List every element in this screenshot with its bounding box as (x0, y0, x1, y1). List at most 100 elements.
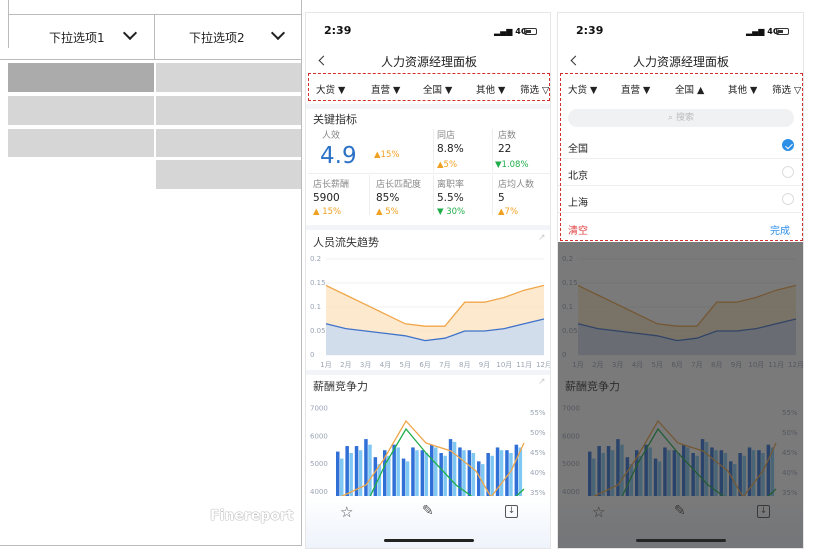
status-time: 2:39 (576, 24, 604, 37)
highlight-box (308, 73, 550, 101)
y2-tick-label: 50% (530, 429, 546, 437)
kpi-change: ▼ 30% (437, 207, 466, 217)
placeholder-block (156, 160, 301, 189)
kpi-label: 店均人数 (498, 180, 535, 190)
bar (495, 447, 500, 503)
x-tick-label: 2月 (340, 361, 351, 369)
watermark: Finereport (210, 508, 294, 524)
chart-title: 薪酬竞争力 (313, 380, 368, 393)
x-tick-label: 1月 (320, 361, 331, 369)
x-tick-label: 6月 (419, 361, 430, 369)
kpi-value: 8.8% (437, 143, 464, 155)
phone-dashboard: 2:39 ▂▄▆ 4G 人力资源经理面板 大货 ▼ 直营 ▼ 全国 ▼ 其他 ▼… (305, 12, 551, 549)
y-tick-label: 5000 (310, 460, 328, 468)
chevron-down-icon (122, 25, 138, 41)
divider (306, 104, 550, 109)
page-title: 人力资源经理面板 (632, 55, 729, 69)
y-tick-label: 0 (310, 351, 314, 359)
placeholder-block (156, 63, 301, 92)
placeholder-block (156, 129, 301, 157)
kpi-change: ▲ 5% (376, 207, 399, 217)
x-tick-label: 5月 (400, 361, 411, 369)
y-tick-label: 6000 (310, 432, 328, 440)
kpi-change: ▲5% (437, 160, 458, 170)
dim-overlay[interactable] (558, 242, 803, 548)
battery-icon (776, 28, 789, 35)
bar (396, 447, 400, 503)
turnover-chart: 0 0.05 0.1 0.15 0.2 1月 2月 3月 4月 5月 6月 7月 8月 9月 10月 11月 1… (310, 255, 551, 369)
page-title: 人力资源经理面板 (380, 55, 477, 69)
x-tick-label: 3月 (360, 361, 371, 369)
placeholder-block (8, 63, 154, 92)
kpi-change: ▼1.08% (495, 160, 529, 170)
salary-chart: 400050006000700035%40%45%50%55% (310, 405, 546, 505)
signal-indicator: ▂▄▆ 4G (494, 27, 528, 36)
kpi-grid: 人效 4.9 ▲15% 同店 8.8% ▲5% 店数 22 ▼1.08% 店长薪… (306, 127, 550, 222)
kpi-label: 店长薪酬 (313, 180, 350, 190)
dropdown-1[interactable]: 下拉选项1 (49, 29, 105, 46)
x-tick-label: 8月 (459, 361, 470, 369)
kpi-change: ▲ 15% (313, 207, 342, 217)
x-tick-label: 10月 (496, 361, 512, 369)
screenshot-root: 下拉选项1 下拉选项2 Finereport 2:39 ▂▄▆ 4G 人力资源经… (0, 0, 820, 557)
kpi-value: 85% (376, 192, 400, 204)
home-indicator (384, 539, 474, 542)
x-tick-label: 9月 (479, 361, 490, 369)
battery-icon (524, 28, 537, 35)
highlight-box (560, 73, 803, 241)
phone-filter-open: 2:39 ▂▄▆ 4G 人力资源经理面板 大货 ▼ 直营 ▼ 全国 ▲ 其他 ▼… (557, 12, 804, 549)
kpi-value: 5900 (313, 192, 340, 204)
kpi-label: 离职率 (437, 180, 465, 190)
divider (306, 225, 550, 230)
placeholder-block (156, 96, 301, 125)
bar (434, 447, 438, 503)
x-tick-label: 4月 (380, 361, 391, 369)
kpi-label: 店长匹配度 (376, 180, 422, 190)
kpi-value: 5 (498, 192, 505, 204)
bar (430, 444, 434, 503)
bar (448, 439, 453, 503)
y-tick-label: 0.05 (310, 327, 326, 335)
y-tick-label: 4000 (310, 488, 328, 496)
expand-icon[interactable]: ↗ (538, 377, 546, 387)
signal-indicator: ▂▄▆ 4G (746, 27, 780, 36)
x-tick-label: 12月 (536, 361, 551, 369)
wireframe: 下拉选项1 下拉选项2 Finereport (0, 0, 302, 557)
kpi-value: 22 (498, 143, 512, 155)
download-icon[interactable]: ↓ (505, 505, 518, 518)
divider (306, 370, 550, 375)
y-tick-label: 0.15 (310, 279, 326, 287)
bottom-toolbar: ☆ ✎ ↓ (306, 496, 550, 548)
y-tick-label: 0.1 (310, 303, 321, 311)
kpi-value-efficiency: 4.9 (320, 143, 357, 169)
bar (458, 447, 462, 503)
x-tick-label: 7月 (439, 361, 450, 369)
bar (411, 447, 415, 503)
expand-icon[interactable]: ↗ (538, 233, 546, 243)
chart-title: 人员流失趋势 (313, 236, 379, 249)
y2-tick-label: 40% (530, 469, 546, 477)
star-icon[interactable]: ☆ (340, 503, 353, 521)
kpi-value: 5.5% (437, 192, 464, 204)
placeholder-block (8, 129, 154, 157)
placeholder-block (8, 96, 154, 125)
y2-tick-label: 45% (530, 449, 546, 457)
pencil-icon[interactable]: ✎ (422, 503, 434, 519)
bar (452, 441, 457, 503)
kpi-label: 同店 (437, 131, 456, 141)
kpi-title: 关键指标 (313, 113, 357, 126)
y2-tick-label: 55% (530, 409, 546, 417)
status-time: 2:39 (324, 24, 352, 37)
y-tick-label: 7000 (310, 405, 328, 413)
bar (364, 439, 368, 503)
y-tick-label: 0.2 (310, 255, 321, 263)
chevron-down-icon (270, 25, 286, 41)
kpi-label: 店数 (498, 131, 517, 141)
bar (354, 446, 359, 503)
kpi-change: ▲15% (374, 150, 400, 160)
divider (558, 104, 559, 105)
kpi-label: 人效 (322, 131, 341, 141)
dropdown-2[interactable]: 下拉选项2 (189, 29, 245, 46)
bar (518, 447, 523, 503)
x-tick-label: 11月 (516, 361, 532, 369)
